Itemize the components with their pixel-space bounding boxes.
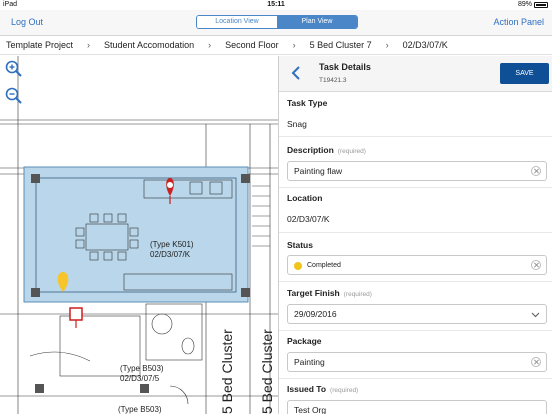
panel-title: Task Details xyxy=(319,62,371,72)
required-hint: (required) xyxy=(337,148,366,155)
package-label: Package xyxy=(287,336,322,346)
task-details-panel: Task Details T19421.3 SAVE Task Type Sna… xyxy=(278,56,552,414)
chevron-right-icon: › xyxy=(292,40,296,50)
description-label: Description (required) xyxy=(287,145,366,155)
required-hint: (required) xyxy=(343,291,372,298)
zoom-out-icon[interactable] xyxy=(5,87,22,104)
task-id: T19421.3 xyxy=(319,77,347,84)
back-chevron-icon[interactable] xyxy=(291,65,301,81)
breadcrumb-project[interactable]: Template Project xyxy=(6,40,73,50)
battery-icon xyxy=(534,1,548,8)
cluster-label-2: 5 Bed Cluster xyxy=(259,329,275,414)
cluster-label-1: 5 Bed Cluster xyxy=(219,329,235,414)
breadcrumb: Template Project › Student Accomodation … xyxy=(0,36,552,55)
plan-view-tab[interactable]: Plan View xyxy=(277,16,357,28)
battery-percent: 89% xyxy=(517,1,532,8)
room-b503-label: (Type B503) xyxy=(120,364,164,373)
task-type-label: Task Type xyxy=(287,98,328,108)
clear-icon[interactable] xyxy=(531,166,541,176)
status-bar: iPad 15:11 89% xyxy=(0,0,552,10)
chevron-right-icon: › xyxy=(208,40,212,50)
chevron-right-icon: › xyxy=(385,40,389,50)
breadcrumb-building[interactable]: Student Accomodation xyxy=(104,40,194,50)
status-dot-icon xyxy=(294,261,302,270)
action-panel-button[interactable]: Action Panel xyxy=(493,17,544,27)
breadcrumb-floor[interactable]: Second Floor xyxy=(225,40,279,50)
clear-icon[interactable] xyxy=(531,260,541,270)
clock: 15:11 xyxy=(267,1,285,8)
location-label: Location xyxy=(287,193,323,203)
breadcrumb-cluster[interactable]: 5 Bed Cluster 7 xyxy=(310,40,372,50)
description-field[interactable]: Painting flaw xyxy=(287,161,547,181)
required-hint: (required) xyxy=(330,387,359,394)
target-finish-value: 29/09/2016 xyxy=(294,309,337,319)
description-value: Painting flaw xyxy=(294,166,343,176)
issued-to-label: Issued To (required) xyxy=(287,384,359,394)
task-type-value: Snag xyxy=(287,119,307,129)
zoom-in-icon[interactable] xyxy=(5,60,22,77)
clear-icon[interactable] xyxy=(531,357,541,367)
location-value: 02/D3/07/K xyxy=(287,214,330,224)
room-ref-label: 02/D3/07/K xyxy=(150,250,191,259)
status-field[interactable]: Completed xyxy=(287,255,547,275)
breadcrumb-room[interactable]: 02/D3/07/K xyxy=(403,40,448,50)
chevron-right-icon: › xyxy=(87,40,91,50)
floor-plan-drawing[interactable]: (Type K501) 02/D3/07/K (Type B503) 02/D3… xyxy=(0,56,278,414)
nav-bar: Log Out Location View Plan View Action P… xyxy=(0,10,552,36)
package-value: Painting xyxy=(294,357,325,367)
target-finish-label: Target Finish (required) xyxy=(287,288,372,298)
status-value: Completed xyxy=(307,261,341,269)
location-view-tab[interactable]: Location View xyxy=(197,16,277,28)
logout-button[interactable]: Log Out xyxy=(11,17,43,27)
room-b503-label-2: (Type B503) xyxy=(118,405,162,414)
view-switcher: Location View Plan View xyxy=(196,15,358,29)
save-button[interactable]: SAVE xyxy=(500,63,549,84)
chevron-down-icon[interactable] xyxy=(531,310,540,319)
status-label: Status xyxy=(287,240,313,250)
pin-red-square-icon[interactable] xyxy=(69,307,83,328)
package-field[interactable]: Painting xyxy=(287,352,547,372)
issued-to-value: Test Org xyxy=(294,405,327,414)
floor-plan[interactable]: (Type K501) 02/D3/07/K (Type B503) 02/D3… xyxy=(0,56,278,414)
issued-to-field[interactable]: Test Org xyxy=(287,400,547,414)
room-type-label: (Type K501) xyxy=(150,240,194,249)
room-b503-ref: 02/D3/07/5 xyxy=(120,374,160,383)
panel-header: Task Details T19421.3 SAVE xyxy=(279,56,552,92)
target-finish-field[interactable]: 29/09/2016 xyxy=(287,304,547,324)
